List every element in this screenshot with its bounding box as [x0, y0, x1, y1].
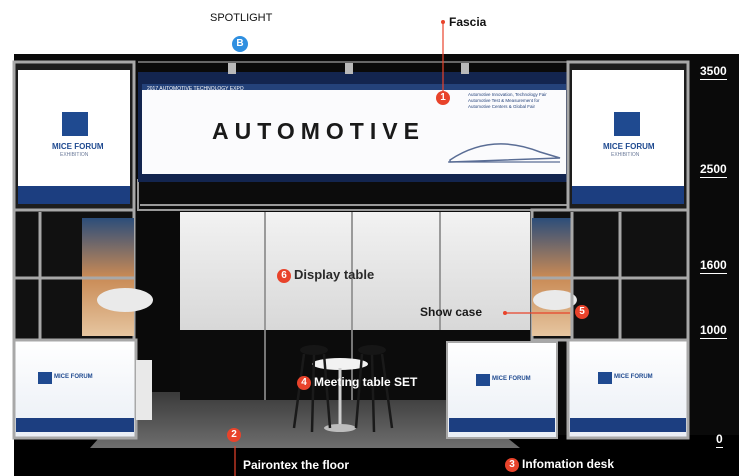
- scale-mark-0: 0: [716, 432, 739, 448]
- fascia-right-text: Automotive Innovation, Technology Fair A…: [468, 92, 562, 110]
- spotlight-letter: B: [236, 38, 244, 49]
- fascia-header-small: 2017 AUTOMOTIVE TECHNOLOGY EXPO: [147, 86, 244, 92]
- booth-illustration: [12, 20, 739, 476]
- floor-label: Pairontex the floor: [243, 458, 350, 472]
- desk-logo-left: MICE FORUM: [54, 374, 93, 380]
- fascia-label: Fascia: [449, 15, 487, 29]
- spotlight-label: SPOTLIGHT: [210, 12, 273, 24]
- fascia-marker: 1: [436, 91, 450, 105]
- scale-mark-1600: 1600: [700, 258, 734, 274]
- tower-logo-right: MICE FORUM: [603, 142, 655, 151]
- show-case-marker: 5: [575, 305, 589, 319]
- display-table-callout: 6 Display table: [277, 267, 374, 283]
- info-desk-num: 3: [505, 457, 519, 472]
- tower-logo-right-sub: EXHIBITION: [611, 152, 640, 158]
- scale-mark-1000: 1000: [700, 323, 734, 339]
- information-desk: [446, 341, 558, 439]
- scale-mark-3500: 3500: [700, 64, 734, 80]
- meeting-table-callout: 4 Meeting table SET: [297, 375, 417, 390]
- scale-value: 0: [716, 432, 723, 448]
- scale-value: 1600: [700, 258, 727, 274]
- fascia-marker-num: 1: [440, 92, 446, 103]
- scale-value: 1000: [700, 323, 727, 339]
- floor-marker: 2: [227, 428, 241, 442]
- show-case-num: 5: [579, 306, 585, 317]
- meeting-table-label: Meeting table SET: [314, 375, 418, 389]
- display-table-label: Display table: [294, 267, 375, 282]
- display-table-num: 6: [277, 268, 291, 283]
- floor-num: 2: [231, 429, 237, 440]
- info-desk-callout: 3 Infomation desk: [505, 457, 614, 472]
- tower-logo-left: MICE FORUM: [52, 142, 104, 151]
- scale-mark-2500: 2500: [700, 162, 734, 178]
- desk-logo-center: MICE FORUM: [492, 376, 531, 382]
- scale-value: 3500: [700, 64, 727, 80]
- tower-logo-left-sub: EXHIBITION: [60, 152, 89, 158]
- spotlight-marker: B: [232, 36, 248, 52]
- left-tower: [12, 60, 153, 440]
- meeting-table-num: 4: [297, 375, 311, 390]
- info-desk-label: Infomation desk: [522, 457, 615, 471]
- fascia-right-line: Automotive Centers & Global Fair: [468, 104, 536, 109]
- show-case-label: Show case: [420, 305, 483, 319]
- fascia-title: AUTOMOTIVE: [212, 118, 425, 144]
- scale-value: 2500: [700, 162, 727, 178]
- desk-logo-right: MICE FORUM: [614, 374, 653, 380]
